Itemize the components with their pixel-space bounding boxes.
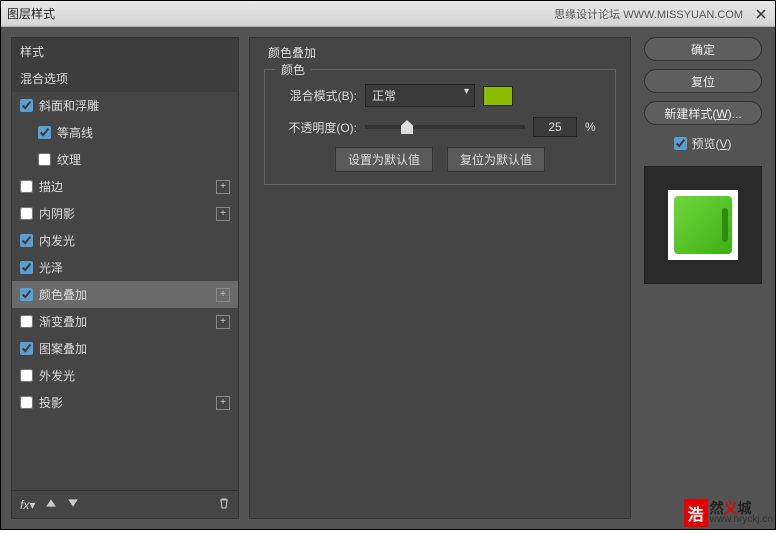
blend-mode-select[interactable]: 正常 — [365, 84, 475, 107]
style-outer-glow[interactable]: 外发光 — [12, 362, 238, 389]
checkbox-gradient-overlay[interactable] — [20, 315, 33, 328]
opacity-slider[interactable] — [365, 125, 525, 129]
add-gradient-overlay-icon[interactable]: + — [216, 315, 230, 329]
preview-sample — [674, 196, 732, 254]
watermark-badge: 浩 — [684, 499, 708, 527]
style-color-overlay[interactable]: 颜色叠加 + — [12, 281, 238, 308]
watermark-url: www.hryckj.cn — [710, 515, 773, 525]
opacity-unit: % — [585, 120, 596, 134]
style-contour[interactable]: 等高线 — [12, 119, 238, 146]
style-texture[interactable]: 纹理 — [12, 146, 238, 173]
panel-title: 颜色叠加 — [264, 44, 320, 61]
checkbox-contour[interactable] — [38, 126, 51, 139]
add-drop-shadow-icon[interactable]: + — [216, 396, 230, 410]
close-icon[interactable] — [753, 6, 769, 22]
dialog-title: 图层样式 — [7, 5, 55, 22]
preview-thumb — [668, 190, 738, 260]
move-up-icon[interactable] — [45, 497, 57, 512]
checkbox-pattern-overlay[interactable] — [20, 342, 33, 355]
preview-box — [644, 166, 762, 284]
style-stroke[interactable]: 描边 + — [12, 173, 238, 200]
styles-header[interactable]: 样式 — [12, 38, 238, 65]
checkbox-outer-glow[interactable] — [20, 369, 33, 382]
checkbox-inner-shadow[interactable] — [20, 207, 33, 220]
layer-style-dialog: 图层样式 思缘设计论坛 WWW.MISSYUAN.COM 样式 混合选项 斜面和… — [0, 0, 776, 530]
color-group: 颜色 混合模式(B): 正常 不透明度(O): % 设置为默认值 复位为默认 — [264, 69, 616, 185]
move-down-icon[interactable] — [67, 497, 79, 512]
cancel-button[interactable]: 复位 — [644, 69, 762, 93]
style-satin[interactable]: 光泽 — [12, 254, 238, 281]
settings-panel: 颜色叠加 颜色 混合模式(B): 正常 不透明度(O): % 设置 — [249, 37, 631, 519]
checkbox-color-overlay[interactable] — [20, 288, 33, 301]
fx-menu-icon[interactable]: fx▾ — [20, 498, 35, 512]
checkbox-inner-glow[interactable] — [20, 234, 33, 247]
checkbox-drop-shadow[interactable] — [20, 396, 33, 409]
reset-default-button[interactable]: 复位为默认值 — [447, 147, 545, 172]
set-default-button[interactable]: 设置为默认值 — [335, 147, 433, 172]
titlebar: 图层样式 思缘设计论坛 WWW.MISSYUAN.COM — [1, 1, 775, 27]
checkbox-texture[interactable] — [38, 153, 51, 166]
titlebar-credit: 思缘设计论坛 WWW.MISSYUAN.COM — [554, 6, 743, 22]
preview-checkbox-row[interactable]: 预览(V) — [674, 135, 731, 152]
add-stroke-icon[interactable]: + — [216, 180, 230, 194]
style-inner-glow[interactable]: 内发光 — [12, 227, 238, 254]
checkbox-bevel[interactable] — [20, 99, 33, 112]
style-pattern-overlay[interactable]: 图案叠加 — [12, 335, 238, 362]
blend-mode-label: 混合模式(B): — [277, 87, 357, 104]
color-group-legend: 颜色 — [275, 61, 311, 78]
action-panel: 确定 复位 新建样式(W)... 预览(V) — [641, 37, 765, 519]
style-inner-shadow[interactable]: 内阴影 + — [12, 200, 238, 227]
styles-footer: fx▾ — [12, 490, 238, 518]
add-inner-shadow-icon[interactable]: + — [216, 207, 230, 221]
color-swatch[interactable] — [483, 86, 513, 106]
style-bevel[interactable]: 斜面和浮雕 — [12, 92, 238, 119]
new-style-button[interactable]: 新建样式(W)... — [644, 101, 762, 125]
opacity-slider-thumb[interactable] — [401, 120, 413, 134]
ok-button[interactable]: 确定 — [644, 37, 762, 61]
checkbox-satin[interactable] — [20, 261, 33, 274]
opacity-label: 不透明度(O): — [277, 119, 357, 136]
opacity-input[interactable] — [533, 117, 577, 137]
preview-checkbox[interactable] — [674, 137, 687, 150]
blend-options-row[interactable]: 混合选项 — [12, 65, 238, 92]
watermark: 浩 然义城 www.hryckj.cn — [684, 499, 773, 527]
style-gradient-overlay[interactable]: 渐变叠加 + — [12, 308, 238, 335]
styles-panel: 样式 混合选项 斜面和浮雕 等高线 纹理 — [11, 37, 239, 519]
trash-icon[interactable] — [218, 497, 230, 512]
style-drop-shadow[interactable]: 投影 + — [12, 389, 238, 416]
add-color-overlay-icon[interactable]: + — [216, 288, 230, 302]
checkbox-stroke[interactable] — [20, 180, 33, 193]
